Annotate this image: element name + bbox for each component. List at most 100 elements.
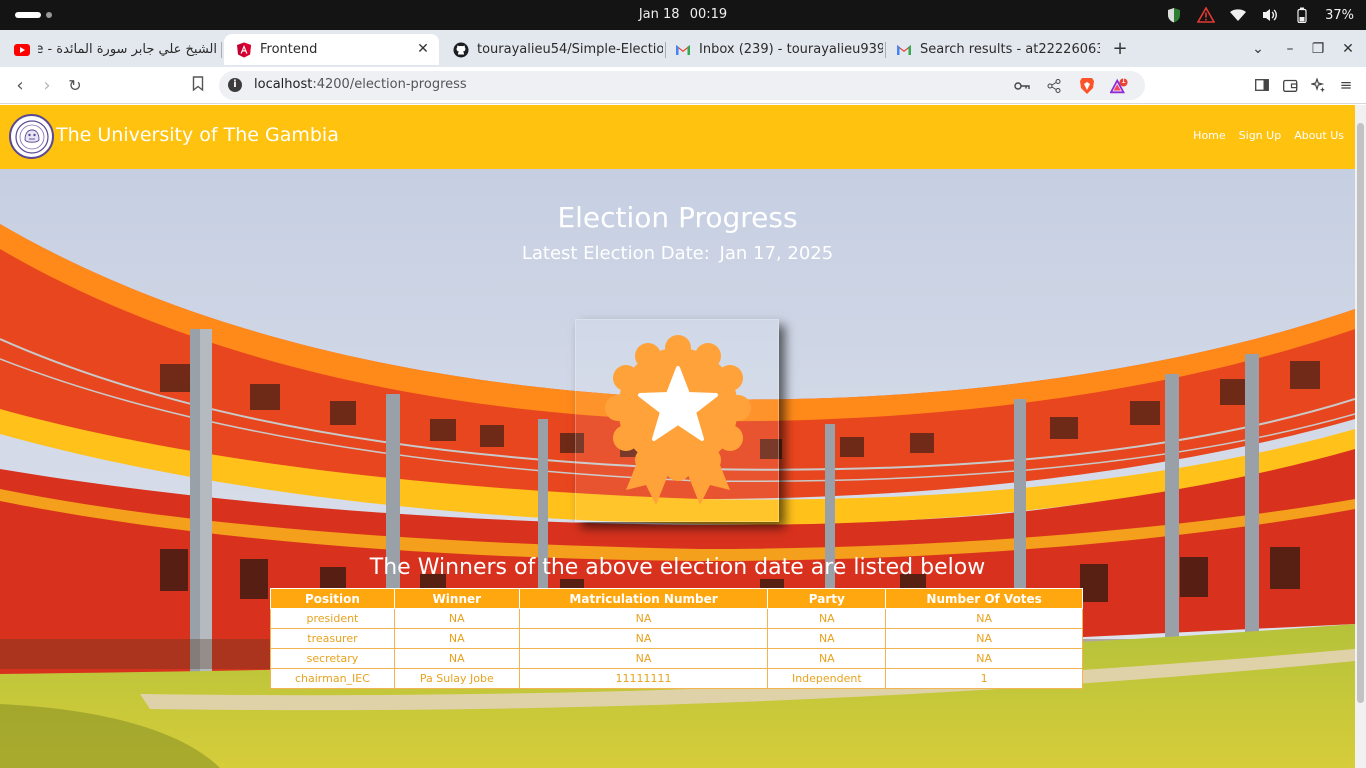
election-date-value: Jan 17, 2025 — [719, 243, 834, 264]
tab-title: Frontend — [260, 42, 318, 57]
tab-title: Search results - at22226063 — [920, 42, 1100, 57]
page-scrollbar[interactable] — [1355, 105, 1366, 768]
wifi-icon[interactable] — [1229, 6, 1247, 24]
tab-youtube[interactable]: الشيخ علي جابر سورة المائدة - e — [2, 34, 217, 65]
column-header: Matriculation Number — [518, 588, 769, 609]
cell-matriculation: NA — [518, 628, 769, 649]
battery-icon[interactable] — [1293, 6, 1311, 24]
scrollbar-thumb[interactable] — [1357, 123, 1364, 703]
minimize-icon[interactable]: – — [1280, 39, 1300, 59]
table-header-row: Position Winner Matriculation Number Par… — [270, 588, 1083, 609]
os-top-bar: Jan 18 00:19 37% — [0, 0, 1366, 30]
award-badge-card — [575, 319, 779, 522]
column-header: Number Of Votes — [885, 588, 1083, 609]
browser-tab-strip: الشيخ علي جابر سورة المائدة - e Frontend… — [0, 30, 1366, 67]
page-viewport: The University of The Gambia Home Sign U… — [0, 105, 1355, 768]
page-title: Election Progress — [557, 201, 798, 234]
nav-signup-link[interactable]: Sign Up — [1239, 129, 1282, 142]
browser-toolbar: ‹ › ↻ i localhost:4200/election-progress… — [0, 67, 1366, 104]
back-arrow-icon[interactable]: ‹ — [9, 75, 31, 97]
winners-table: Position Winner Matriculation Number Par… — [270, 588, 1083, 689]
university-logo[interactable] — [9, 114, 54, 159]
tab-title: Inbox (239) - tourayalieu939 — [699, 42, 883, 57]
tab-gmail-search[interactable]: Search results - at22226063 — [884, 34, 1100, 65]
angular-icon — [236, 42, 252, 58]
tab-title: tourayalieu54/Simple-Electio — [477, 42, 663, 57]
tab-gmail-inbox[interactable]: Inbox (239) - tourayalieu939 — [663, 34, 883, 65]
nav-about-link[interactable]: About Us — [1294, 129, 1344, 142]
battery-percent: 37% — [1325, 7, 1354, 23]
rewards-badge: 1 — [1121, 76, 1127, 85]
bookmark-icon[interactable] — [187, 75, 209, 97]
table-row: treasurer NA NA NA NA — [270, 628, 1083, 649]
wallet-icon[interactable] — [1280, 75, 1300, 95]
site-brand[interactable]: The University of The Gambia — [56, 124, 339, 146]
cell-position: president — [270, 608, 395, 629]
maximize-icon[interactable]: ❐ — [1308, 39, 1328, 59]
clock-time: 00:19 — [689, 7, 728, 22]
nav-home-link[interactable]: Home — [1193, 129, 1225, 142]
forward-arrow-icon[interactable]: › — [36, 75, 58, 97]
column-header: Party — [767, 588, 887, 609]
brave-shields-icon[interactable] — [1078, 77, 1096, 95]
sidebar-icon[interactable] — [1252, 75, 1272, 95]
winners-heading: The Winners of the above election date a… — [369, 555, 986, 580]
cell-party: NA — [767, 628, 887, 649]
site-info-icon[interactable]: i — [228, 78, 242, 92]
tab-title: الشيخ علي جابر سورة المائدة - e — [38, 42, 217, 57]
system-clock[interactable]: Jan 18 00:19 — [0, 7, 1366, 22]
tab-search-chevron-icon[interactable]: ⌄ — [1248, 39, 1268, 59]
url-text: localhost:4200/election-progress — [254, 77, 467, 92]
leo-ai-icon[interactable] — [1308, 75, 1328, 95]
cell-votes: NA — [885, 608, 1083, 629]
menu-icon[interactable]: ≡ — [1336, 75, 1356, 95]
warning-icon[interactable] — [1197, 6, 1216, 24]
gmail-icon — [896, 42, 912, 58]
cell-votes: NA — [885, 628, 1083, 649]
table-row: secretary NA NA NA NA — [270, 648, 1083, 669]
gmail-icon — [675, 42, 691, 58]
cell-winner: NA — [393, 608, 520, 629]
cell-winner: NA — [393, 648, 520, 669]
cell-party: NA — [767, 648, 887, 669]
cell-votes: NA — [885, 648, 1083, 669]
election-date-label: Latest Election Date: — [521, 243, 710, 264]
cell-matriculation: NA — [518, 608, 769, 629]
tab-frontend[interactable]: Frontend ✕ — [224, 34, 439, 65]
reload-icon[interactable]: ↻ — [64, 75, 86, 97]
cell-winner: NA — [393, 628, 520, 649]
column-header: Position — [270, 588, 395, 609]
cell-winner: Pa Sulay Jobe — [393, 668, 520, 689]
cell-party: NA — [767, 608, 887, 629]
column-header: Winner — [393, 588, 520, 609]
cell-position: treasurer — [270, 628, 395, 649]
tab-divider — [221, 42, 222, 58]
table-row: president NA NA NA NA — [270, 608, 1083, 629]
github-icon — [453, 42, 469, 58]
award-badge-icon — [605, 335, 751, 505]
latest-election-date: Latest Election Date: Jan 17, 2025 — [0, 243, 1355, 264]
clock-date: Jan 18 — [638, 7, 680, 22]
hero-section: Election Progress Latest Election Date: … — [0, 169, 1355, 768]
cell-matriculation: NA — [518, 648, 769, 669]
close-window-icon[interactable]: ✕ — [1338, 39, 1358, 59]
system-tray[interactable]: 37% — [1165, 6, 1354, 24]
share-icon[interactable] — [1045, 77, 1063, 95]
new-tab-button[interactable]: + — [1110, 39, 1130, 59]
cell-matriculation: 11111111 — [518, 668, 769, 689]
close-tab-icon[interactable]: ✕ — [415, 41, 431, 57]
cell-position: secretary — [270, 648, 395, 669]
shield-icon[interactable] — [1165, 6, 1183, 24]
tab-github[interactable]: tourayalieu54/Simple-Electio — [441, 34, 663, 65]
cell-party: Independent — [767, 668, 887, 689]
youtube-icon — [14, 42, 30, 58]
address-bar[interactable]: i localhost:4200/election-progress 1 — [219, 71, 1145, 100]
table-row: chairman_IEC Pa Sulay Jobe 11111111 Inde… — [270, 668, 1083, 689]
site-navbar: The University of The Gambia Home Sign U… — [0, 105, 1355, 169]
brave-rewards-icon[interactable]: 1 — [1110, 76, 1128, 95]
site-nav-links: Home Sign Up About Us — [1193, 129, 1344, 142]
key-icon[interactable] — [1013, 77, 1031, 95]
volume-icon[interactable] — [1261, 6, 1279, 24]
cell-position: chairman_IEC — [270, 668, 395, 689]
cell-votes: 1 — [885, 668, 1083, 689]
